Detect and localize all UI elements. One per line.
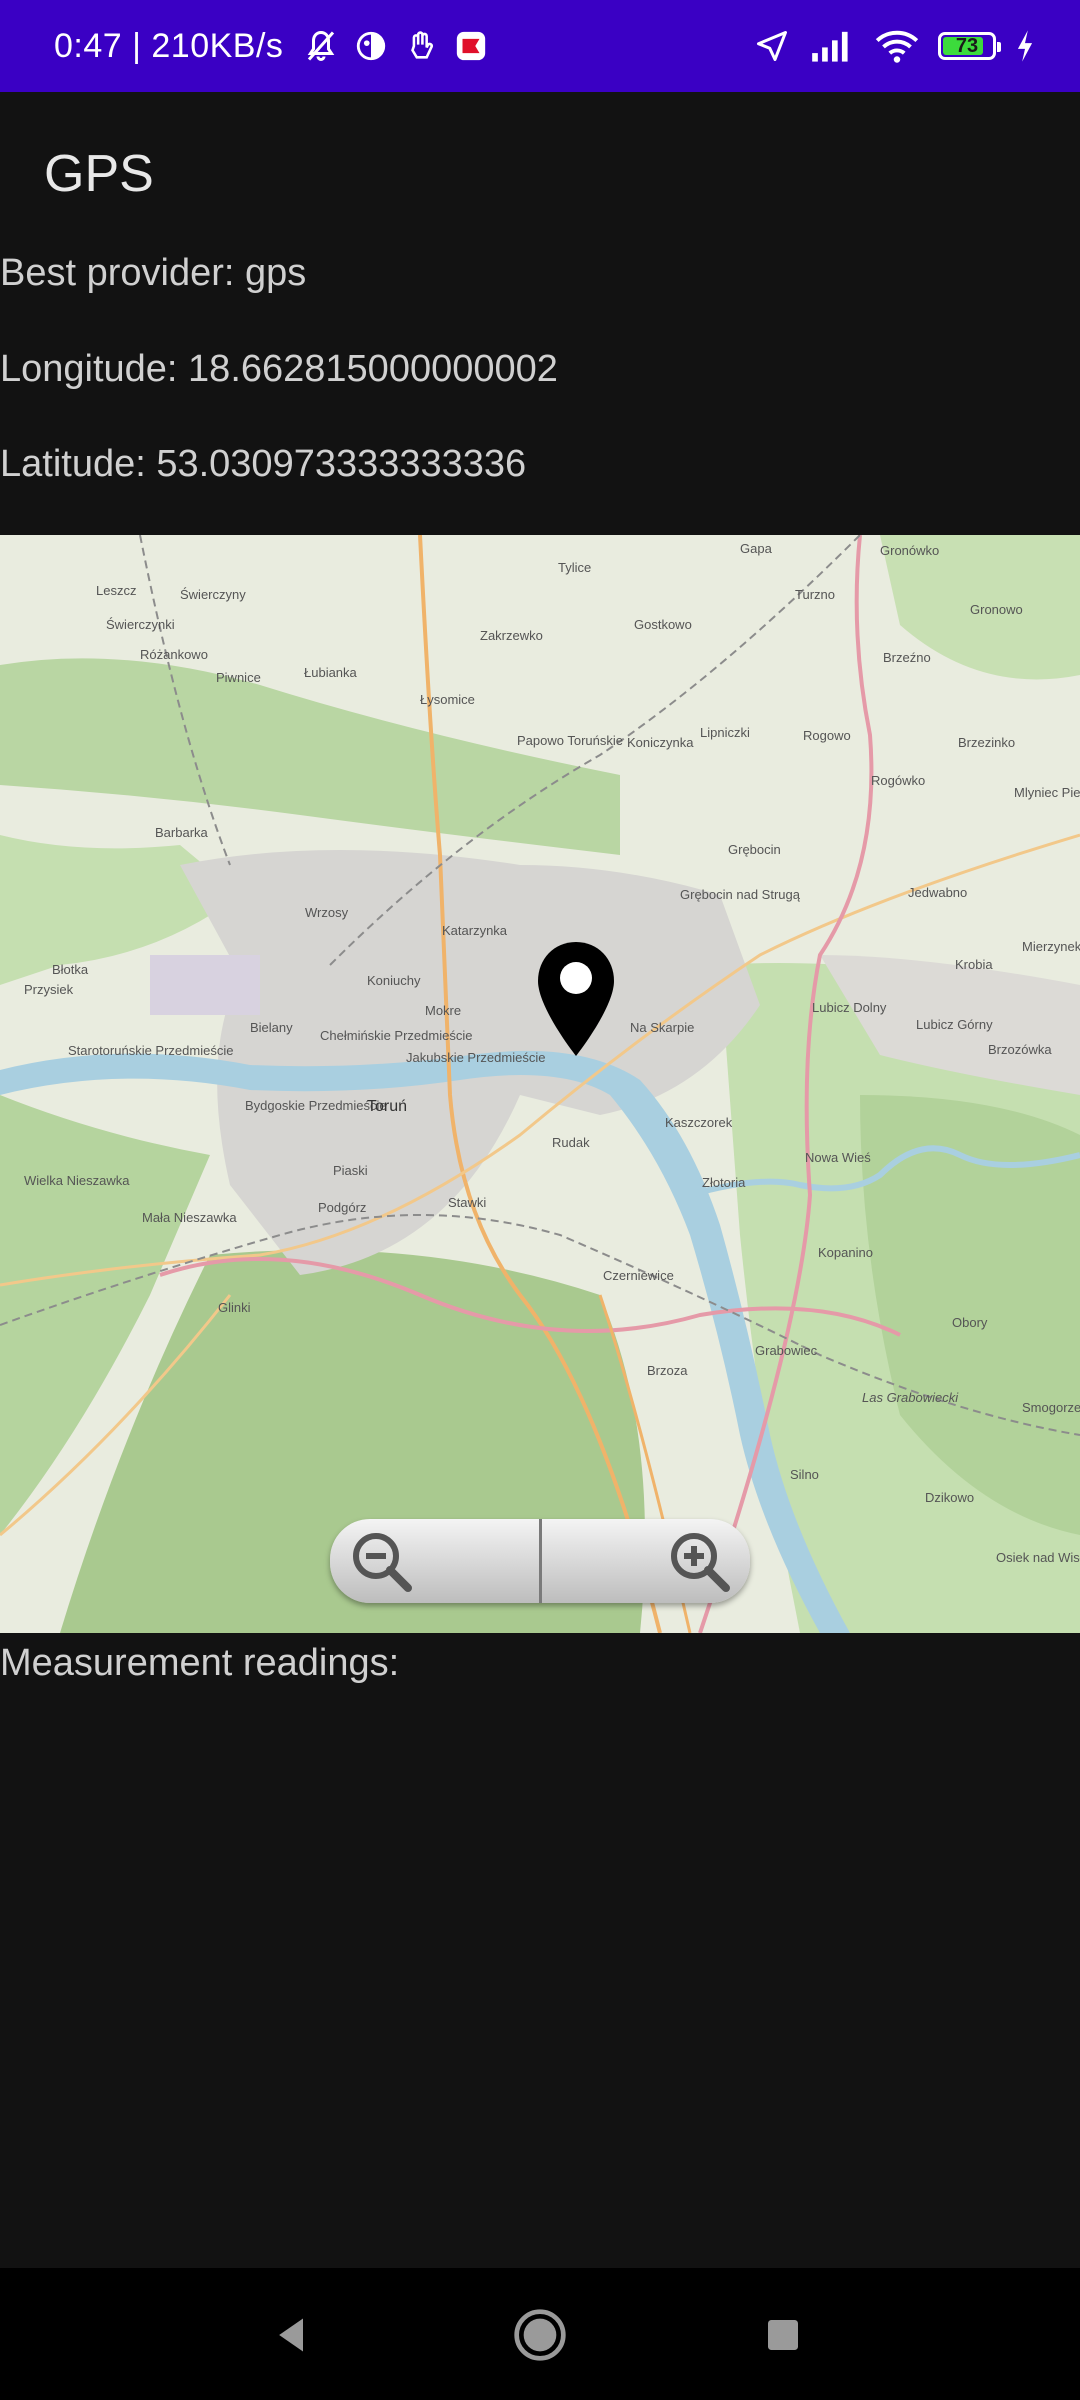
app-title: GPS bbox=[44, 145, 154, 203]
map-label: Piaski bbox=[333, 1163, 368, 1178]
map-label: Las Grabowiecki bbox=[862, 1390, 959, 1405]
map-label: Koniczynka bbox=[627, 735, 694, 750]
map-label: Brzozówka bbox=[988, 1042, 1052, 1057]
map-label: Błotka bbox=[52, 962, 89, 977]
map-label: Mlyniec Pierwszy bbox=[1014, 785, 1080, 800]
home-icon bbox=[514, 2309, 566, 2361]
location-marker-icon[interactable] bbox=[536, 940, 616, 1060]
map-label: Podgórz bbox=[318, 1200, 367, 1215]
zoom-out-icon bbox=[353, 1533, 412, 1592]
map-label: Dzikowo bbox=[925, 1490, 975, 1505]
map-label: Leszcz bbox=[96, 583, 137, 598]
recents-icon bbox=[768, 2320, 798, 2350]
map-label: Gostkowo bbox=[634, 617, 692, 632]
map-label: Katarzynka bbox=[442, 923, 508, 938]
app-bar: GPS bbox=[0, 92, 1080, 252]
map-label: Złotoria bbox=[702, 1175, 746, 1190]
signal-icon bbox=[808, 29, 856, 63]
map-label: Kopanino bbox=[818, 1245, 873, 1260]
map-label: Silno bbox=[790, 1467, 819, 1482]
map-label: Nowa Wieś bbox=[805, 1150, 871, 1165]
hand-icon bbox=[401, 26, 441, 66]
longitude-text: Longitude: 18.662815000000002 bbox=[0, 348, 558, 390]
back-icon bbox=[279, 2318, 303, 2352]
map-label: Stawki bbox=[448, 1195, 487, 1210]
map-label: Grębocin nad Strugą bbox=[680, 887, 800, 902]
charging-icon bbox=[1014, 29, 1036, 63]
map-label: Bielany bbox=[250, 1020, 293, 1035]
map-label: Rudak bbox=[552, 1135, 590, 1150]
map-label: Wrzosy bbox=[305, 905, 349, 920]
zoom-in-button[interactable] bbox=[541, 1519, 750, 1603]
map-tiles bbox=[0, 535, 1080, 1633]
map-label: Świerczynki bbox=[106, 617, 175, 632]
map-label: Piwnice bbox=[216, 670, 261, 685]
map-label: Łysomice bbox=[420, 692, 475, 707]
map-label: Grabowiec bbox=[755, 1343, 818, 1358]
measurement-readings-label: Measurement readings: bbox=[0, 1642, 400, 1684]
status-bar: 0:47 | 210KB/s 73 bbox=[0, 0, 1080, 92]
map-label: Gronowo bbox=[970, 602, 1023, 617]
map-label: Przysiek bbox=[24, 982, 74, 997]
map-label: Świerczyny bbox=[180, 587, 246, 602]
map-label: Zakrzewko bbox=[480, 628, 543, 643]
best-provider-text: Best provider: gps bbox=[0, 252, 307, 294]
back-button[interactable] bbox=[257, 2300, 327, 2370]
app-circle-icon bbox=[351, 26, 391, 66]
mute-bell-icon bbox=[301, 26, 341, 66]
map-label: Gapa bbox=[740, 541, 772, 556]
map-label: Gronówko bbox=[880, 543, 940, 558]
map-label: Tylice bbox=[558, 560, 592, 575]
red-app-icon bbox=[451, 26, 491, 66]
map-label: Papowo Toruńskie bbox=[517, 733, 623, 748]
map-label: Grębocin bbox=[728, 842, 781, 857]
map-label: Kaszczorek bbox=[665, 1115, 733, 1130]
recents-button[interactable] bbox=[748, 2300, 818, 2370]
map-label: Jakubskie Przedmieście bbox=[406, 1050, 546, 1065]
map-label: Obory bbox=[952, 1315, 988, 1330]
map-label: Lipniczki bbox=[700, 725, 750, 740]
map-label: Smogorzewo bbox=[1022, 1400, 1080, 1415]
map-label: Krobia bbox=[955, 957, 993, 972]
map-label: Mierzynek bbox=[1022, 939, 1080, 954]
zoom-controls bbox=[330, 1519, 750, 1603]
map-label: Na Skarpie bbox=[630, 1020, 695, 1035]
navigation-bar bbox=[0, 2268, 1080, 2400]
map-label: Mokre bbox=[425, 1003, 462, 1018]
home-button[interactable] bbox=[505, 2300, 575, 2370]
map-label: Turzno bbox=[795, 587, 835, 602]
map-label: Glinki bbox=[218, 1300, 251, 1315]
map-label: Wielka Nieszawka bbox=[24, 1173, 130, 1188]
map-label: Lubicz Górny bbox=[916, 1017, 993, 1032]
map-label: Mała Nieszawka bbox=[142, 1210, 237, 1225]
status-time: 0:47 | 210KB/s bbox=[54, 26, 284, 65]
map-label: Toruń bbox=[367, 1098, 408, 1115]
location-arrow-icon bbox=[754, 28, 790, 64]
map-label: Brzezinko bbox=[958, 735, 1016, 750]
battery-icon: 73 bbox=[938, 32, 1001, 60]
map-label: Starotoruńskie Przedmieście bbox=[68, 1043, 234, 1058]
map-label: Rogówko bbox=[871, 773, 926, 788]
map-label: Chełmińskie Przedmieście bbox=[320, 1028, 473, 1043]
map-label: Koniuchy bbox=[367, 973, 421, 988]
map-label: Osiek nad Wisłą bbox=[996, 1550, 1080, 1565]
map-label: Brzoza bbox=[647, 1363, 688, 1378]
map-label: Barbarka bbox=[155, 825, 208, 840]
map-label: Brzeźno bbox=[883, 650, 931, 665]
map-label: Jedwabno bbox=[908, 885, 968, 900]
wifi-icon bbox=[874, 28, 920, 64]
zoom-out-button[interactable] bbox=[330, 1519, 542, 1603]
map-view[interactable]: Gapa Gronówko Turzno Gronowo Tylice Lesz… bbox=[0, 535, 1080, 1633]
map-label: Lubicz Dolny bbox=[812, 1000, 887, 1015]
latitude-text: Latitude: 53.030973333333336 bbox=[0, 443, 527, 485]
map-label: Czerniewice bbox=[603, 1268, 674, 1283]
battery-level: 73 bbox=[955, 34, 979, 57]
zoom-in-icon bbox=[671, 1533, 730, 1592]
map-label: Bydgoskie Przedmieście bbox=[245, 1098, 387, 1113]
map-label: Różankowo bbox=[140, 647, 208, 662]
map-label: Łubianka bbox=[304, 665, 357, 680]
map-label: Rogowo bbox=[803, 728, 851, 743]
